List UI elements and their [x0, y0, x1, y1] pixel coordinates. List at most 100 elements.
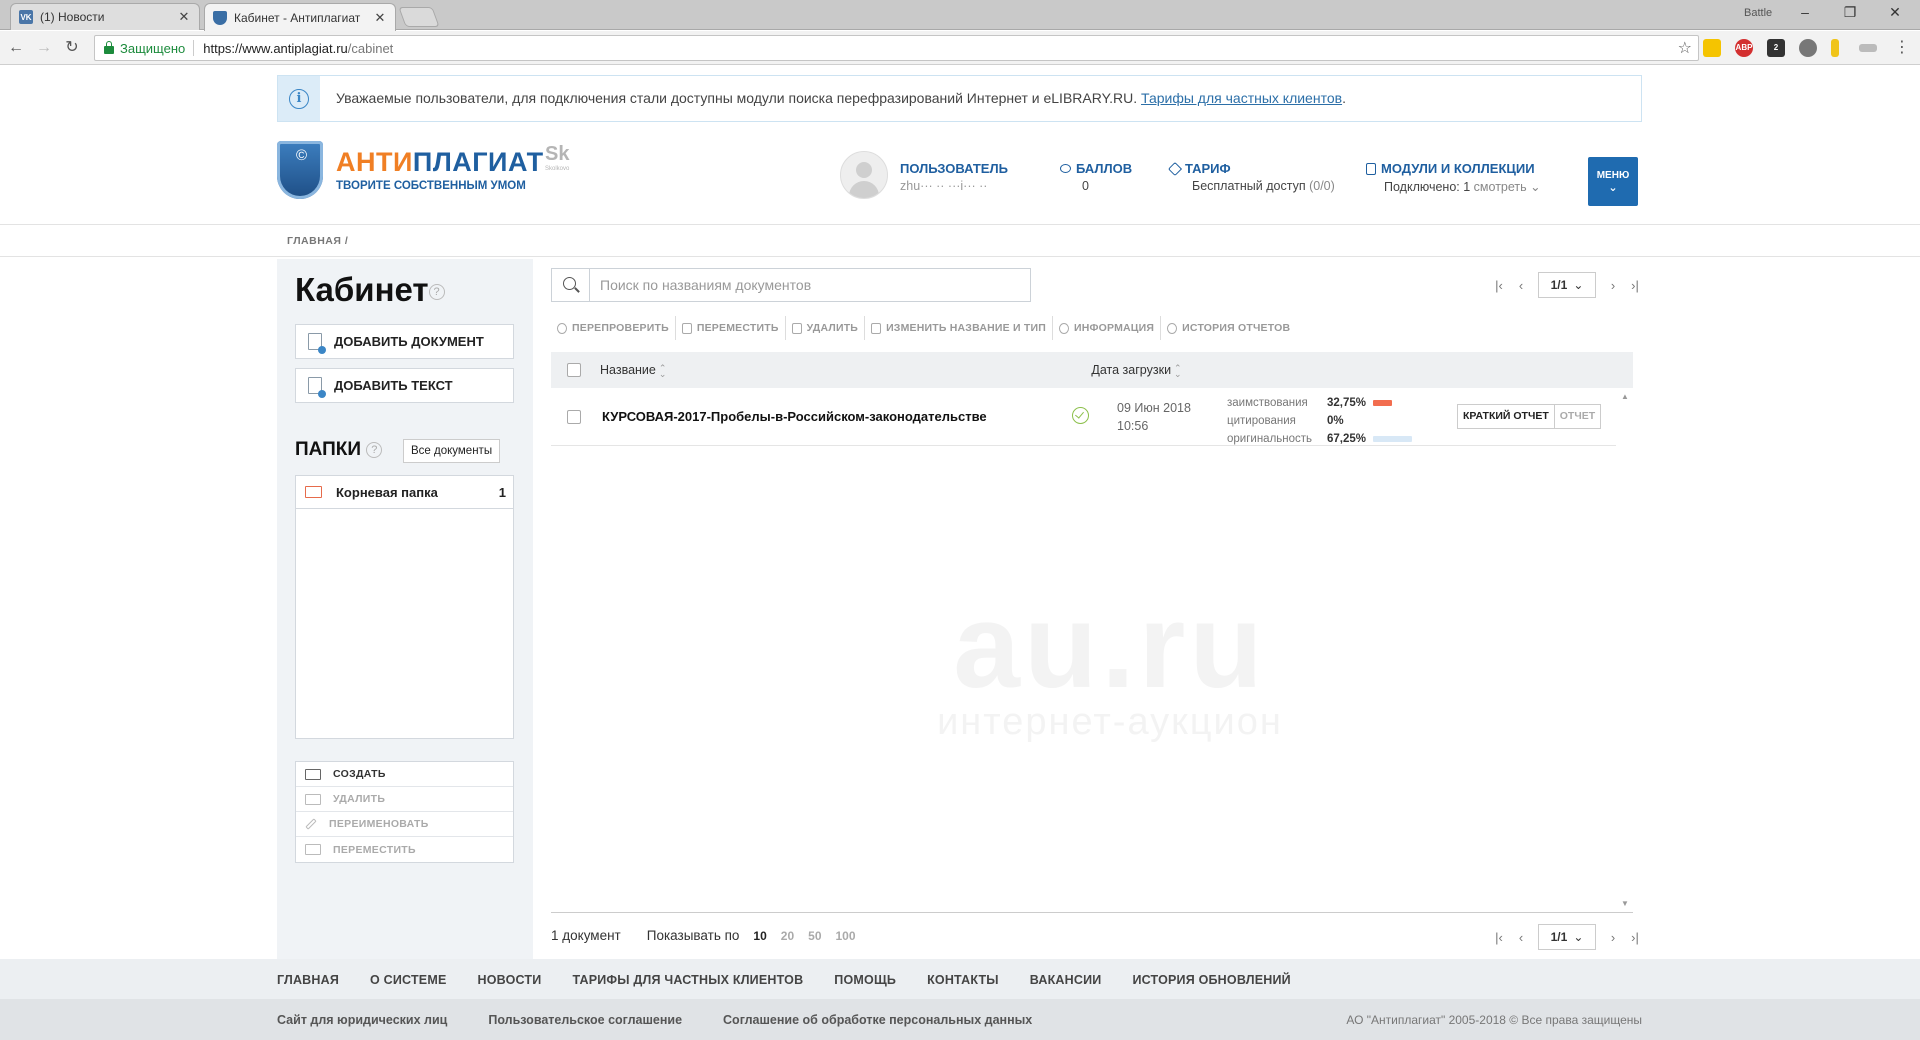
- upload-date-day: 09 Июн 2018: [1117, 401, 1191, 415]
- user-label: ПОЛЬЗОВАТЕЛЬ: [900, 161, 1008, 176]
- page-select[interactable]: 1/1 ⌄: [1538, 272, 1596, 298]
- recheck-button[interactable]: ПЕРЕПРОВЕРИТЬ: [551, 316, 676, 340]
- first-page-icon[interactable]: |‹: [1488, 930, 1510, 945]
- first-page-icon[interactable]: |‹: [1488, 278, 1510, 293]
- per-page-20[interactable]: 20: [781, 929, 794, 943]
- user-block[interactable]: ПОЛЬЗОВАТЕЛЬ zhu··· ·· ···i··· ··: [900, 161, 1008, 193]
- short-report-button[interactable]: КРАТКИЙ ОТЧЕТ: [1458, 405, 1555, 428]
- search-icon[interactable]: [552, 269, 590, 301]
- document-toolbar: ПЕРЕПРОВЕРИТЬ ПЕРЕМЕСТИТЬ УДАЛИТЬ ИЗМЕНИ…: [551, 316, 1296, 340]
- info-label: ИНФОРМАЦИЯ: [1073, 322, 1155, 334]
- bookmark-ext-icon[interactable]: [1703, 39, 1721, 57]
- page-total: 1: [1560, 930, 1568, 944]
- tab-news[interactable]: VK (1) Новости ✕: [10, 3, 200, 30]
- browser-tabbar: VK (1) Новости ✕ Кабинет - Антиплагиат ✕…: [0, 0, 1920, 31]
- extension-icon[interactable]: 2: [1767, 39, 1785, 57]
- adblock-icon[interactable]: ABP: [1735, 39, 1753, 57]
- info-icon: [1058, 322, 1069, 334]
- modules-block[interactable]: МОДУЛИ И КОЛЛЕКЦИИ Подключено: 1 смотрет…: [1366, 161, 1541, 194]
- pencil-extension-icon[interactable]: [1831, 39, 1839, 57]
- points-block[interactable]: БАЛЛОВ 0: [1060, 161, 1132, 193]
- notice-link[interactable]: Тарифы для частных клиентов: [1141, 90, 1342, 106]
- footer-link[interactable]: ВАКАНСИИ: [1030, 973, 1102, 987]
- help-icon[interactable]: ?: [366, 441, 383, 458]
- row-checkbox[interactable]: [567, 410, 581, 424]
- scroll-up-icon[interactable]: ▲: [1621, 392, 1629, 401]
- close-window-button[interactable]: ✕: [1880, 4, 1910, 24]
- next-page-icon[interactable]: ›: [1602, 930, 1624, 945]
- tariff-block[interactable]: ТАРИФ Бесплатный доступ (0/0): [1167, 161, 1335, 193]
- next-page-icon[interactable]: ›: [1602, 278, 1624, 293]
- folder-item[interactable]: Корневая папка 1: [296, 476, 513, 509]
- minimize-button[interactable]: –: [1790, 4, 1820, 24]
- create-folder-button[interactable]: СОЗДАТЬ: [296, 762, 513, 787]
- close-icon[interactable]: ✕: [373, 10, 387, 26]
- history-button[interactable]: ИСТОРИЯ ОТЧЕТОВ: [1161, 316, 1296, 340]
- back-icon[interactable]: ←: [6, 38, 26, 58]
- search-input[interactable]: [590, 270, 1030, 300]
- chevron-down-icon: ⌄: [1573, 278, 1584, 292]
- footer-link[interactable]: КОНТАКТЫ: [927, 973, 999, 987]
- footer-link[interactable]: ИСТОРИЯ ОБНОВЛЕНИЙ: [1132, 973, 1290, 987]
- breadcrumb[interactable]: ГЛАВНАЯ /: [287, 235, 348, 247]
- footer-link[interactable]: ГЛАВНАЯ: [277, 973, 339, 987]
- breadcrumb-bar: ГЛАВНАЯ /: [0, 224, 1920, 257]
- footer-link[interactable]: ТАРИФЫ ДЛЯ ЧАСТНЫХ КЛИЕНТОВ: [572, 973, 803, 987]
- upload-date-time: 10:56: [1117, 419, 1149, 433]
- eye-extension-icon[interactable]: [1799, 39, 1817, 57]
- rename-button[interactable]: ИЗМЕНИТЬ НАЗВАНИЕ И ТИП: [865, 316, 1053, 340]
- scroll-down-icon[interactable]: ▼: [1621, 899, 1629, 908]
- prev-page-icon[interactable]: ‹: [1510, 930, 1532, 945]
- restore-button[interactable]: ❐: [1835, 4, 1865, 24]
- footer-link[interactable]: О СИСТЕМЕ: [370, 973, 446, 987]
- help-icon[interactable]: ?: [428, 284, 445, 301]
- rename-folder-button[interactable]: ПЕРЕИМЕНОВАТЬ: [296, 812, 513, 837]
- page-title: Кабинет?: [295, 271, 445, 309]
- add-text-button[interactable]: ДОБАВИТЬ ТЕКСТ: [295, 368, 514, 403]
- folder-delete-icon: [305, 793, 321, 805]
- scrollbar[interactable]: ▲ ▼: [1617, 388, 1633, 912]
- select-all-checkbox[interactable]: [567, 363, 581, 377]
- modules-link[interactable]: смотреть: [1474, 180, 1527, 194]
- delete-folder-button[interactable]: УДАЛИТЬ: [296, 787, 513, 812]
- column-name[interactable]: Название ⌃ ⌄: [600, 363, 666, 378]
- report-button[interactable]: ОТЧЕТ: [1555, 405, 1600, 428]
- tab-cabinet[interactable]: Кабинет - Антиплагиат ✕: [204, 3, 396, 31]
- per-page-50[interactable]: 50: [808, 929, 821, 943]
- prev-page-icon[interactable]: ‹: [1510, 278, 1532, 293]
- delete-button[interactable]: УДАЛИТЬ: [786, 316, 866, 340]
- browser-menu-icon[interactable]: ⋮: [1892, 38, 1912, 58]
- footer-legal: Сайт для юридических лиц Пользовательское…: [0, 999, 1920, 1040]
- info-button[interactable]: ИНФОРМАЦИЯ: [1053, 316, 1162, 340]
- menu-button[interactable]: МЕНЮ ⌄: [1588, 157, 1638, 206]
- reload-icon[interactable]: ↻: [62, 38, 82, 58]
- close-icon[interactable]: ✕: [177, 9, 191, 25]
- all-documents-button[interactable]: Все документы: [403, 439, 501, 463]
- orig-label: оригинальность: [1227, 433, 1313, 445]
- legal-link[interactable]: Пользовательское соглашение: [488, 1013, 682, 1027]
- info-notice: i Уважаемые пользователи, для подключени…: [277, 75, 1642, 122]
- legal-link[interactable]: Сайт для юридических лиц: [277, 1013, 447, 1027]
- new-tab-button[interactable]: [398, 7, 440, 27]
- last-page-icon[interactable]: ›|: [1624, 930, 1646, 945]
- hat-extension-icon[interactable]: [1859, 44, 1877, 52]
- table-row[interactable]: КУРСОВАЯ-2017-Пробелы-в-Российском-закон…: [551, 388, 1616, 446]
- bookmark-star-icon[interactable]: ☆: [1678, 38, 1692, 58]
- move-button[interactable]: ПЕРЕМЕСТИТЬ: [676, 316, 786, 340]
- legal-link[interactable]: Соглашение об обработке персональных дан…: [723, 1013, 1032, 1027]
- avatar[interactable]: [840, 151, 888, 199]
- add-document-button[interactable]: ДОБАВИТЬ ДОКУМЕНТ: [295, 324, 514, 359]
- logo-text[interactable]: АНТИПЛАГИАТ: [336, 147, 544, 178]
- last-page-icon[interactable]: ›|: [1624, 278, 1646, 293]
- document-name[interactable]: КУРСОВАЯ-2017-Пробелы-в-Российском-закон…: [602, 409, 987, 424]
- logo-shield-icon[interactable]: ©: [277, 141, 323, 199]
- forward-icon[interactable]: →: [34, 38, 54, 58]
- column-date[interactable]: Дата загрузки ⌃ ⌄: [1091, 363, 1181, 378]
- per-page-10[interactable]: 10: [753, 929, 766, 943]
- page-select[interactable]: 1/1 ⌄: [1538, 924, 1596, 950]
- footer-link[interactable]: ПОМОЩЬ: [834, 973, 896, 987]
- url-field[interactable]: Защищено https://www.antiplagiat.ru /cab…: [94, 35, 1699, 61]
- per-page-100[interactable]: 100: [836, 929, 856, 943]
- move-folder-button[interactable]: ПЕРЕМЕСТИТЬ: [296, 837, 513, 862]
- footer-link[interactable]: НОВОСТИ: [478, 973, 542, 987]
